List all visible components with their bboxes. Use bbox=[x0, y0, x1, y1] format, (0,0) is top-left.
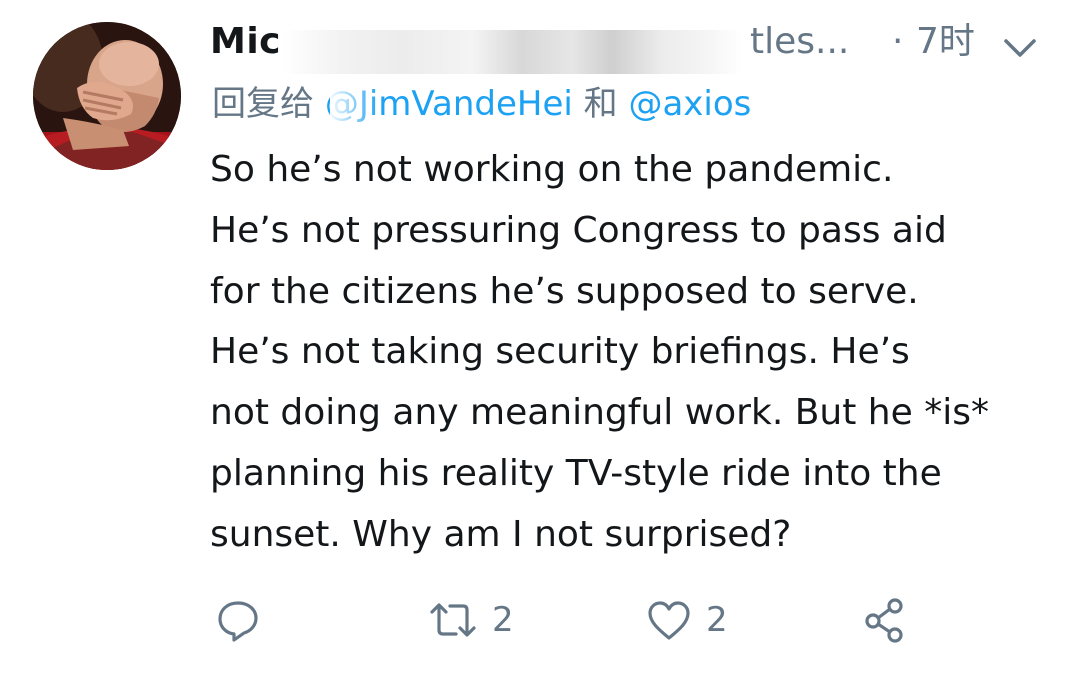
retweet-count: 2 bbox=[492, 600, 514, 640]
tweet-text: So he’s not working on the pandemic. He’… bbox=[210, 149, 989, 555]
heart-icon bbox=[648, 601, 690, 640]
comment-bubble-icon bbox=[218, 601, 258, 642]
avatar[interactable] bbox=[33, 22, 181, 170]
retweet-button[interactable]: 2 bbox=[428, 592, 514, 648]
tweet-header: Mic tles... · 7时 bbox=[210, 14, 1050, 74]
retweet-icon bbox=[430, 603, 476, 637]
reply-joiner: 和 bbox=[583, 84, 618, 124]
reply-button[interactable] bbox=[216, 592, 260, 648]
separator-dot: · bbox=[892, 21, 904, 62]
like-button[interactable]: 2 bbox=[646, 592, 728, 648]
user-handle[interactable]: tles... bbox=[750, 14, 849, 70]
display-name[interactable]: Mic bbox=[210, 14, 281, 70]
action-bar: 2 2 bbox=[210, 592, 1030, 648]
like-count: 2 bbox=[706, 600, 728, 640]
share-button[interactable] bbox=[862, 592, 908, 648]
redacted-name-blur bbox=[282, 30, 742, 74]
reply-prefix: 回复给 bbox=[212, 84, 314, 124]
mention-axios[interactable]: @axios bbox=[628, 84, 751, 124]
share-icon bbox=[865, 598, 903, 643]
timestamp[interactable]: 7时 bbox=[916, 14, 975, 70]
reply-to-line: 回复给 @JimVandeHei 和 @axios bbox=[212, 78, 751, 130]
reply-line-blur bbox=[330, 84, 380, 124]
avatar-facepalm-image bbox=[33, 22, 181, 170]
chevron-down-icon[interactable] bbox=[1000, 26, 1040, 58]
tweet-card[interactable]: Mic tles... · 7时 回复给 @JimVandeHei 和 @axi… bbox=[0, 0, 1080, 679]
